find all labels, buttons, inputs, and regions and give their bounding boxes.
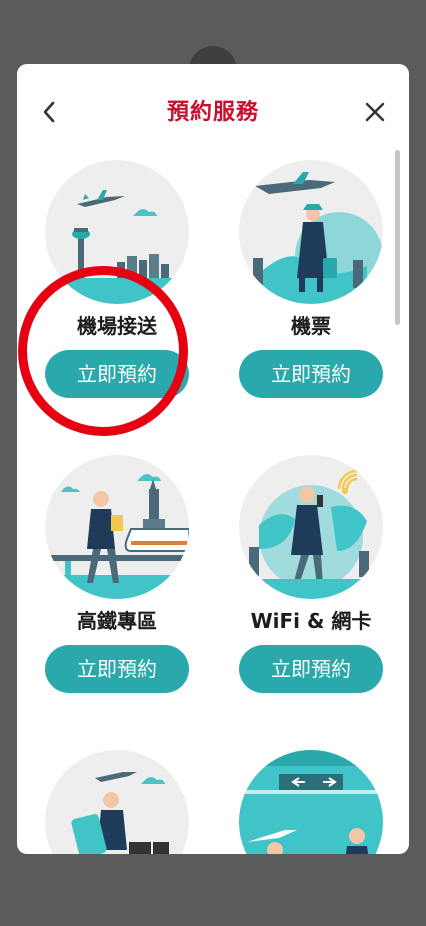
service-label: WiFi & 網卡 bbox=[250, 609, 372, 633]
luggage-service-illustration bbox=[45, 750, 189, 854]
wifi-sim-illustration bbox=[239, 455, 383, 599]
high-speed-rail-illustration bbox=[45, 455, 189, 599]
airport-service-illustration bbox=[239, 750, 383, 854]
air-ticket-illustration bbox=[239, 160, 383, 304]
service-card-airport-service bbox=[231, 750, 391, 854]
service-card-air-ticket: 機票 立即預約 bbox=[231, 160, 391, 400]
booking-modal: 預約服務 機場接送 立即預約 機票 立即預約 高鐵專區 立即預約 WiFi & … bbox=[17, 64, 409, 854]
page-title: 預約服務 bbox=[166, 100, 259, 125]
book-now-button[interactable]: 立即預約 bbox=[239, 645, 383, 693]
service-card-high-speed-rail: 高鐵專區 立即預約 bbox=[37, 455, 197, 695]
service-label: 機票 bbox=[291, 314, 331, 338]
service-card-luggage bbox=[37, 750, 197, 854]
book-now-button[interactable]: 立即預約 bbox=[239, 350, 383, 398]
service-card-wifi-sim: WiFi & 網卡 立即預約 bbox=[231, 455, 391, 695]
service-label: 高鐵專區 bbox=[77, 609, 157, 633]
close-icon bbox=[361, 96, 389, 128]
modal-header: 預約服務 bbox=[17, 64, 409, 160]
highlight-circle bbox=[18, 266, 188, 436]
scrollbar[interactable] bbox=[395, 150, 400, 325]
close-button[interactable] bbox=[361, 96, 389, 128]
book-now-button[interactable]: 立即預約 bbox=[45, 645, 189, 693]
